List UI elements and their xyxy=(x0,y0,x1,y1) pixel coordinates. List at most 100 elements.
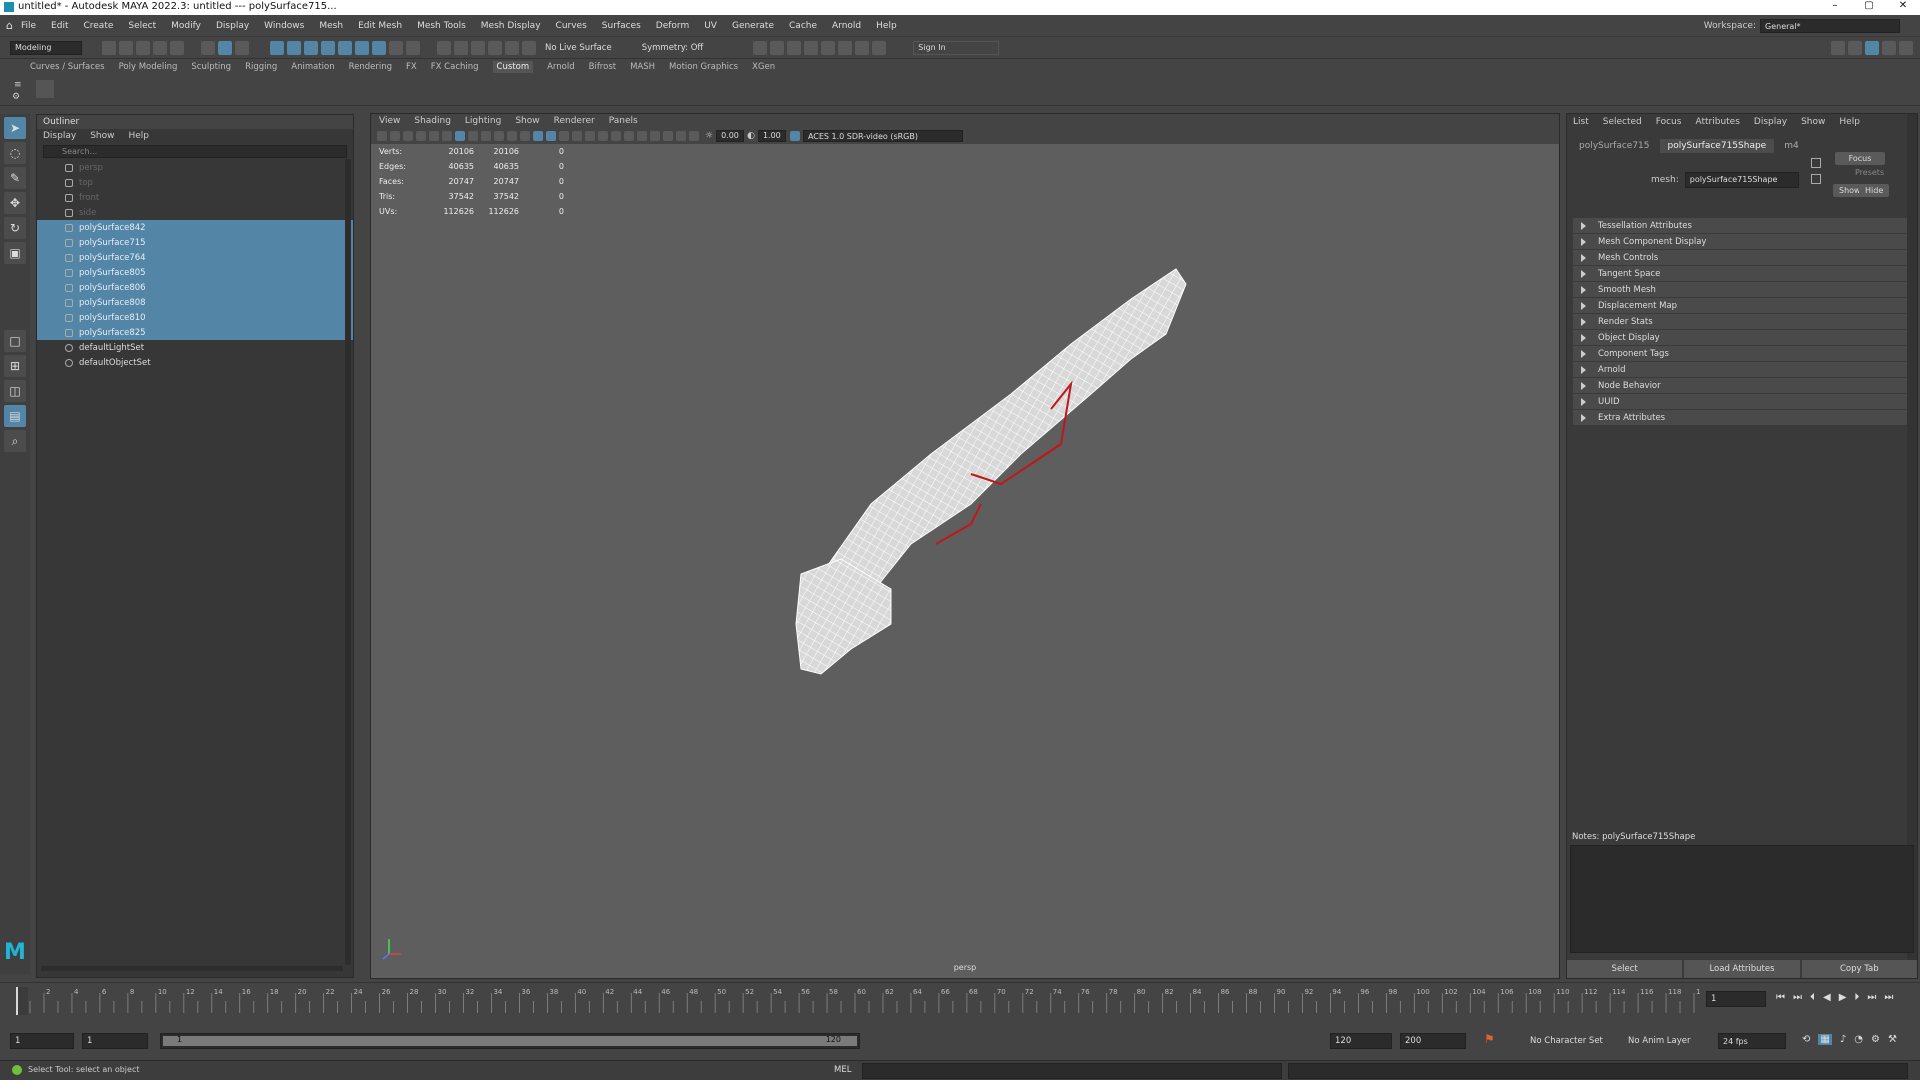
menu-mesh[interactable]: Mesh xyxy=(319,21,343,31)
backface-icon[interactable] xyxy=(689,131,699,141)
attr-tab[interactable]: polySurface715Shape xyxy=(1659,139,1775,153)
live-surface-label[interactable]: No Live Surface xyxy=(545,43,612,53)
image-plane-icon[interactable] xyxy=(416,131,426,141)
home-icon[interactable]: ⌂ xyxy=(6,19,13,32)
uv-mask-icon[interactable] xyxy=(321,40,335,55)
safe-action-icon[interactable] xyxy=(520,131,530,141)
select-button[interactable]: Select xyxy=(1567,960,1683,978)
grid-icon[interactable] xyxy=(455,131,465,141)
pause-icon[interactable] xyxy=(872,40,887,55)
outliner-item[interactable]: polySurface764 xyxy=(37,250,353,265)
menu-file[interactable]: File xyxy=(21,21,36,31)
shelf-tab-mash[interactable]: MASH xyxy=(630,62,655,72)
menu-surfaces[interactable]: Surfaces xyxy=(602,21,641,31)
presets-button[interactable]: Presets xyxy=(1855,168,1884,177)
scale-tool-icon[interactable]: ▣ xyxy=(4,242,26,264)
mel-command-input[interactable] xyxy=(862,1063,1282,1079)
rotate-tool-icon[interactable]: ↻ xyxy=(4,217,26,239)
modeling-toolkit-icon[interactable] xyxy=(1899,41,1913,55)
select-object-icon[interactable] xyxy=(218,40,232,55)
shelf-tab-fx-caching[interactable]: FX Caching xyxy=(431,62,479,72)
viewport-menu-show[interactable]: Show xyxy=(515,116,539,126)
menu-windows[interactable]: Windows xyxy=(264,21,304,31)
outliner-item[interactable]: polySurface715 xyxy=(37,235,353,250)
shelf-tab-fx[interactable]: FX xyxy=(406,62,417,72)
motion-blur-icon[interactable] xyxy=(624,131,634,141)
workspace-dropdown[interactable]: General* xyxy=(1760,19,1900,33)
close-icon[interactable]: ✕ xyxy=(1886,0,1920,11)
hypershade-icon[interactable] xyxy=(838,40,853,55)
color-management-icon[interactable] xyxy=(789,131,800,141)
anim-layer-dropdown[interactable]: No Anim Layer xyxy=(1628,1036,1691,1046)
snap-point-icon[interactable] xyxy=(471,40,485,55)
attribute-editor-toggle-icon[interactable] xyxy=(1865,41,1879,55)
range-slider-handle[interactable]: 1 120 xyxy=(163,1035,857,1046)
copy-tab-button[interactable]: Copy Tab xyxy=(1801,960,1917,978)
shelf-tab-xgen[interactable]: XGen xyxy=(752,62,775,72)
viewport-menu-renderer[interactable]: Renderer xyxy=(554,116,595,126)
menu-help[interactable]: Help xyxy=(876,21,897,31)
outliner-item[interactable]: polySurface808 xyxy=(37,295,353,310)
attr-menu-display[interactable]: Display xyxy=(1754,117,1787,127)
menu-create[interactable]: Create xyxy=(83,21,113,31)
two-view-icon[interactable]: ◫ xyxy=(4,380,26,402)
shelf-tab-curves-surfaces[interactable]: Curves / Surfaces xyxy=(30,62,105,72)
attr-section[interactable]: Tangent Space xyxy=(1573,266,1911,281)
save-scene-icon[interactable] xyxy=(136,40,150,55)
snap-view-icon[interactable] xyxy=(488,40,502,55)
outliner-item[interactable]: side xyxy=(37,205,353,220)
gamma-field[interactable]: 1.00 xyxy=(757,130,786,142)
attr-section[interactable]: Object Display xyxy=(1573,330,1911,345)
notes-textarea[interactable] xyxy=(1570,845,1914,953)
undo-icon[interactable] xyxy=(153,40,167,55)
curve-mask-icon[interactable] xyxy=(338,40,352,55)
mesh-name-field[interactable]: polySurface715Shape xyxy=(1684,172,1799,188)
grease-pencil-icon[interactable] xyxy=(442,131,452,141)
current-frame-field[interactable]: 1 xyxy=(1706,991,1766,1007)
wireframe-icon[interactable] xyxy=(533,131,543,141)
timeline-ticks[interactable]: 2 4 6 8 10 12 14 16 18 20 22 24 26 28 30 32 34 36 38 40 42 44… xyxy=(26,987,1700,1015)
attr-section[interactable]: Tessellation Attributes xyxy=(1573,218,1911,233)
attr-menu-selected[interactable]: Selected xyxy=(1603,117,1642,127)
viewport-menu-view[interactable]: View xyxy=(379,116,400,126)
lasso-tool-icon[interactable]: ◌ xyxy=(4,142,26,164)
render-frame-icon[interactable] xyxy=(770,40,785,55)
shelf-tab-rendering[interactable]: Rendering xyxy=(349,62,392,72)
antialias-icon[interactable] xyxy=(637,131,647,141)
go-to-output-icon[interactable] xyxy=(1811,174,1821,184)
camera-icon[interactable] xyxy=(377,131,387,141)
shadows-icon[interactable] xyxy=(598,131,608,141)
shelf-settings-icon[interactable]: ⚙ xyxy=(12,92,20,102)
move-tool-icon[interactable]: ✥ xyxy=(4,192,26,214)
anim-prefs-icon[interactable]: ⚙ xyxy=(1871,1034,1880,1045)
character-set-dropdown[interactable]: No Character Set xyxy=(1530,1036,1603,1046)
time-slider[interactable]: 2 4 6 8 10 12 14 16 18 20 22 24 26 28 30 32 34 36 38 40 42 44… xyxy=(0,982,1920,1024)
outliner-menu-help[interactable]: Help xyxy=(128,131,149,141)
smooth-shade-icon[interactable] xyxy=(546,131,556,141)
resolution-gate-icon[interactable] xyxy=(481,131,491,141)
channel-box-toggle-icon[interactable] xyxy=(1848,41,1862,55)
2d-pan-icon[interactable] xyxy=(429,131,439,141)
shelf-tab-motion-graphics[interactable]: Motion Graphics xyxy=(669,62,738,72)
ipr-icon[interactable] xyxy=(804,40,819,55)
key-prefs-icon[interactable]: ⚒ xyxy=(1888,1034,1897,1045)
load-attributes-button[interactable]: Load Attributes xyxy=(1684,960,1800,978)
wireframe-on-shaded-icon[interactable] xyxy=(559,131,569,141)
shelf-tab-animation[interactable]: Animation xyxy=(291,62,334,72)
hide-button[interactable]: Hide xyxy=(1859,184,1890,197)
menu-cache[interactable]: Cache xyxy=(789,21,817,31)
menu-uv[interactable]: UV xyxy=(704,21,717,31)
outliner-search-input[interactable]: Search... xyxy=(43,145,347,158)
menu-edit[interactable]: Edit xyxy=(51,21,68,31)
outliner-layout-icon[interactable]: ▤ xyxy=(4,405,26,427)
go-to-end-icon[interactable]: ⏭ xyxy=(1884,992,1893,1003)
new-scene-icon[interactable] xyxy=(102,40,116,55)
tool-settings-icon[interactable] xyxy=(1882,41,1896,55)
menu-generate[interactable]: Generate xyxy=(732,21,774,31)
textured-icon[interactable] xyxy=(572,131,582,141)
shelf-tab-arnold[interactable]: Arnold xyxy=(547,62,575,72)
highlight-icon[interactable] xyxy=(406,40,420,55)
single-view-icon[interactable]: □ xyxy=(4,330,26,352)
menu-mesh-display[interactable]: Mesh Display xyxy=(481,21,541,31)
minimize-icon[interactable]: – xyxy=(1818,0,1852,11)
